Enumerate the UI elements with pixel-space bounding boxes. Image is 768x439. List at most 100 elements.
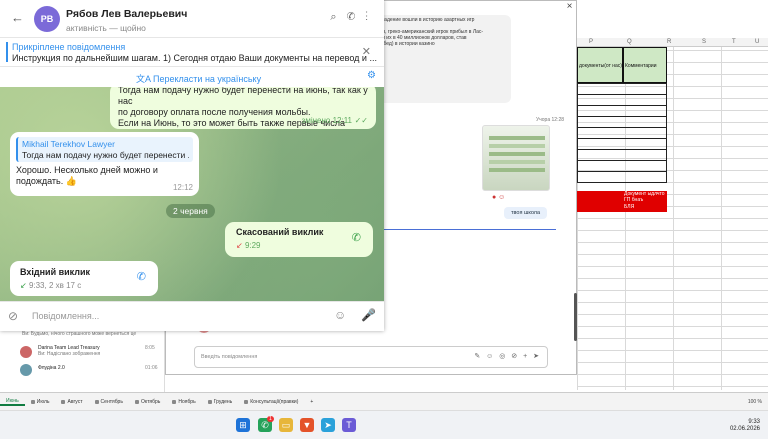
close-icon[interactable]: ✕ — [362, 45, 371, 58]
call-title: Скасований виклик — [236, 227, 324, 237]
phone-icon[interactable]: ✆ — [352, 233, 361, 244]
phone-icon[interactable]: ✆ — [137, 272, 146, 283]
column-label[interactable]: T — [732, 39, 736, 45]
avatar — [20, 364, 32, 376]
call-arrow-icon: ↙ — [236, 241, 245, 250]
list-item[interactable]: Флудіна 2.0 — [38, 365, 65, 371]
back-arrow-icon[interactable]: ← — [11, 10, 24, 25]
sheet-tab[interactable]: Август — [55, 399, 88, 405]
sheet-tab[interactable]: Июнь — [0, 398, 25, 406]
zoom-level[interactable]: 100 % — [748, 399, 762, 405]
chat-list: Ви: Будьмо, нічого страшного може вернет… — [0, 325, 165, 392]
red-note: ГП бнаъ — [624, 197, 644, 203]
windows-start-icon[interactable]: ⊞ — [236, 418, 250, 432]
call-time-text: 9:33, 2 хв 17 с — [28, 281, 82, 290]
message-input[interactable]: Повідомлення... — [32, 311, 99, 321]
telegram-window: ← РВ Рябов Лев Валерьевич активність — щ… — [0, 0, 384, 331]
avatar — [20, 346, 32, 358]
message-meta: змінено 12:11 — [301, 116, 352, 125]
sheet-icon — [61, 399, 66, 404]
pinned-title: Прикріплене повідомлення — [12, 42, 126, 52]
search-icon[interactable]: ⌕ — [330, 11, 346, 23]
sheet-tab[interactable]: Октябрь — [129, 399, 166, 405]
column-label[interactable]: S — [702, 39, 706, 45]
system-clock[interactable]: 9:33 02.06.2026 — [730, 419, 760, 433]
translate-label: Перекласти на українську — [153, 74, 262, 84]
sheet-icon — [30, 399, 35, 404]
column-label[interactable]: R — [667, 39, 671, 45]
scrollbar[interactable] — [574, 293, 577, 341]
outgoing-message[interactable]: Тогда нам подачу нужно будет перенести н… — [110, 87, 376, 139]
sheet-tab-label: Грудень — [213, 398, 233, 405]
add-sheet-button[interactable]: + — [304, 399, 319, 405]
reply-chip[interactable]: твоя школа — [504, 207, 548, 219]
sheet-tab-label: Август — [67, 398, 83, 405]
reaction-icons[interactable]: ● ☺ — [492, 194, 505, 201]
incoming-message[interactable]: Mikhail Terekhov Lawyer Тогда нам подачу… — [10, 132, 199, 196]
microphone-icon[interactable]: 🎤 — [361, 308, 376, 322]
sheet-tab[interactable]: Ноябрь — [166, 399, 201, 405]
header-cell-comments[interactable]: Комментарии — [623, 47, 667, 83]
input-placeholder: Введіть повідомлення — [201, 354, 258, 360]
header-actions: ⌕✆⋮ — [330, 11, 378, 24]
call-arrow-icon: ↙ — [20, 281, 29, 290]
list-item[interactable]: Ви: Будьмо, нічого страшного може вернет… — [22, 331, 136, 337]
header-cell-docs[interactable]: документы(от нас) — [577, 47, 623, 83]
telegram-icon[interactable]: ➤ — [321, 418, 335, 432]
sheet-tab[interactable]: Июль — [25, 399, 56, 405]
pinned-message[interactable]: Прикріплене повідомлення Инструкция по д… — [0, 37, 384, 66]
emoji-icon[interactable]: ☺ — [334, 308, 346, 322]
chat-area[interactable]: Тогда нам подачу нужно будет перенести н… — [0, 87, 384, 301]
chat-time: 8:05 — [145, 345, 155, 351]
message-composer: ⊘ Повідомлення... ☺ 🎤 — [0, 301, 384, 331]
quote-text: Тогда нам подачу нужно будет перенести .… — [22, 150, 189, 160]
message-text: Хорошо. Несколько дней можно и подождать… — [16, 165, 158, 186]
close-icon[interactable]: × — [562, 1, 577, 13]
teams-icon[interactable]: T — [342, 418, 356, 432]
translate-button[interactable]: 文A Перекласти на українську — [136, 72, 261, 85]
settings-sliders-icon[interactable]: ⚙ — [367, 70, 376, 81]
column-label[interactable]: P — [589, 39, 593, 45]
clock-time: 9:33 — [748, 419, 760, 425]
column-label[interactable]: Q — [627, 39, 632, 45]
sheet-tab[interactable]: Консультації(правки) — [238, 399, 304, 405]
avatar[interactable]: РВ — [34, 6, 60, 32]
image-attachment[interactable] — [482, 125, 550, 191]
more-icon[interactable]: ⋮ — [365, 11, 378, 23]
sheet-tab[interactable]: Сентябрь — [89, 399, 129, 405]
list-item[interactable]: Darina Team Lead Treasury Ви: Надіслано … — [38, 345, 100, 357]
message-input[interactable]: Введіть повідомлення ✎ ☺ ◎ ⊘ + ➤ — [194, 346, 548, 368]
divider — [381, 229, 556, 230]
call-time: ↙ 9:33, 2 хв 17 с — [20, 280, 148, 291]
sheet-tab-label: Ноябрь — [178, 398, 196, 405]
sheet-icon — [244, 399, 249, 404]
reaction-icon[interactable]: 👍 — [66, 176, 77, 186]
message-time: 12:12 — [172, 183, 193, 192]
sheet-tab-label: Октябрь — [140, 398, 161, 405]
bordered-table — [577, 83, 667, 183]
sheet-tab[interactable]: Грудень — [202, 399, 239, 405]
sheet-tab-label: Июнь — [6, 397, 19, 404]
quote-author: Mikhail Terekhov Lawyer — [22, 139, 115, 149]
column-label[interactable]: U — [755, 39, 759, 45]
brave-icon[interactable]: ▼ — [300, 418, 314, 432]
folder-icon[interactable]: ▭ — [279, 418, 293, 432]
sheet-tabs: Июнь Июль Август Сентябрь Октябрь Ноябрь… — [0, 392, 768, 410]
call-message[interactable]: Вхідний виклик ↙ 9:33, 2 хв 17 с ✆ — [10, 261, 158, 296]
pinned-text: Инструкция по дальнейшим шагам. 1) Сегод… — [12, 53, 377, 63]
contact-name[interactable]: Рябов Лев Валерьевич — [66, 8, 187, 20]
call-message[interactable]: Скасований виклик ↙ 9:29 ✆ — [225, 222, 373, 257]
column-header: P Q R S T U — [577, 38, 768, 47]
quoted-reply[interactable]: Mikhail Terekhov Lawyer Тогда нам подачу… — [16, 137, 193, 162]
translate-icon: 文A — [136, 74, 154, 84]
sheet-tab-label: Сентябрь — [100, 398, 123, 405]
contact-status: активність — щойно — [66, 23, 146, 33]
phone-icon[interactable]: ✆ — [347, 11, 366, 23]
translate-bar[interactable]: 文A Перекласти на українську ⚙ — [0, 66, 384, 87]
formatting-icons[interactable]: ✎ ☺ ◎ ⊘ + ➤ — [474, 352, 541, 360]
paperclip-icon[interactable]: ⊘ — [8, 309, 18, 323]
red-note: БЛЯ — [624, 204, 635, 210]
chat-preview: Ви: Будьмо, нічого страшного може вернет… — [22, 331, 137, 337]
sheet-tab-label: Июль — [36, 398, 50, 405]
sheet-icon — [94, 399, 99, 404]
